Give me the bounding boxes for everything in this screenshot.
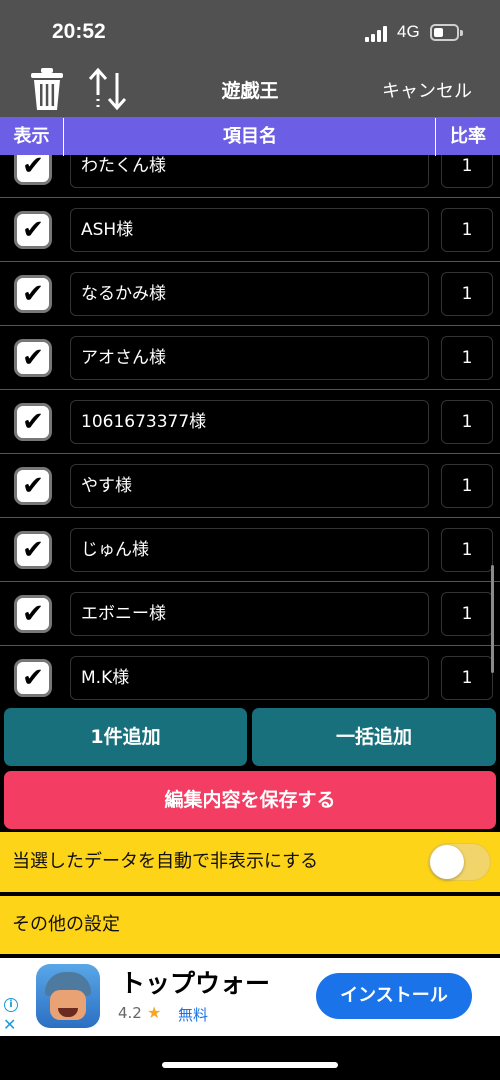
ad-rating: 4.2 — [118, 1004, 142, 1022]
list-item: ✔ アオさん様 1 — [0, 326, 500, 390]
close-icon[interactable]: ✕ — [3, 1015, 16, 1034]
other-settings-button[interactable]: その他の設定 — [0, 896, 500, 954]
ad-title: トップウォー — [120, 969, 271, 998]
ad-price: 無料 — [178, 1006, 209, 1024]
list-item: ✔ M.K様 1 — [0, 646, 500, 703]
app-header: 20:52 4G 遊戯王 キャンセル — [0, 0, 500, 117]
list-item: ✔ 1061673377様 1 — [0, 390, 500, 454]
item-name-field[interactable]: なるかみ様 — [70, 272, 429, 316]
list-item: ✔ なるかみ様 1 — [0, 262, 500, 326]
show-checkbox[interactable]: ✔ — [14, 403, 52, 441]
item-list[interactable]: ✔ わたくん様 1 ✔ ASH様 1 ✔ なるかみ様 1 ✔ アオさん様 1 ✔… — [0, 155, 500, 703]
star-icon: ★ — [147, 1003, 162, 1022]
show-checkbox[interactable]: ✔ — [14, 531, 52, 569]
battery-icon — [430, 24, 463, 41]
column-show: 表示 — [0, 118, 64, 156]
column-header: 表示 項目名 比率 — [0, 117, 500, 156]
auto-hide-setting: 当選したデータを自動で非表示にする — [0, 832, 500, 892]
show-checkbox[interactable]: ✔ — [14, 467, 52, 505]
info-icon[interactable]: i — [4, 998, 18, 1012]
signal-icon — [365, 26, 389, 42]
status-time: 20:52 — [52, 20, 106, 43]
save-button[interactable]: 編集内容を保存する — [4, 771, 496, 829]
ad-banner[interactable]: i ✕ トップウォー 4.2 ★ 無料 インストール — [0, 958, 500, 1036]
column-rate: 比率 — [435, 118, 500, 156]
item-name-field[interactable]: エボニー様 — [70, 592, 429, 636]
item-rate-field[interactable]: 1 — [441, 592, 493, 636]
item-rate-field[interactable]: 1 — [441, 336, 493, 380]
item-name-field[interactable]: アオさん様 — [70, 336, 429, 380]
list-item: ✔ わたくん様 1 — [0, 155, 500, 198]
list-item: ✔ じゅん様 1 — [0, 518, 500, 582]
item-rate-field[interactable]: 1 — [441, 400, 493, 444]
list-item: ✔ ASH様 1 — [0, 198, 500, 262]
item-name-field[interactable]: ASH様 — [70, 208, 429, 252]
install-button[interactable]: インストール — [316, 973, 472, 1019]
item-name-field[interactable]: 1061673377様 — [70, 400, 429, 444]
show-checkbox[interactable]: ✔ — [14, 595, 52, 633]
auto-hide-label: 当選したデータを自動で非表示にする — [12, 851, 319, 872]
app-icon — [36, 964, 100, 1028]
item-name-field[interactable]: やす様 — [70, 464, 429, 508]
show-checkbox[interactable]: ✔ — [14, 155, 52, 185]
item-rate-field[interactable]: 1 — [441, 464, 493, 508]
item-rate-field[interactable]: 1 — [441, 155, 493, 188]
item-rate-field[interactable]: 1 — [441, 528, 493, 572]
list-item: ✔ やす様 1 — [0, 454, 500, 518]
cancel-button[interactable]: キャンセル — [382, 77, 472, 103]
item-name-field[interactable]: M.K様 — [70, 656, 429, 700]
item-rate-field[interactable]: 1 — [441, 208, 493, 252]
network-label: 4G — [397, 22, 420, 41]
list-item: ✔ エボニー様 1 — [0, 582, 500, 646]
add-bulk-button[interactable]: 一括追加 — [252, 708, 496, 766]
show-checkbox[interactable]: ✔ — [14, 275, 52, 313]
list-scrollbar[interactable] — [491, 565, 494, 673]
add-one-button[interactable]: 1件追加 — [4, 708, 247, 766]
show-checkbox[interactable]: ✔ — [14, 659, 52, 697]
item-rate-field[interactable]: 1 — [441, 272, 493, 316]
home-indicator[interactable] — [162, 1062, 338, 1068]
item-rate-field[interactable]: 1 — [441, 656, 493, 700]
auto-hide-toggle[interactable] — [428, 843, 491, 881]
show-checkbox[interactable]: ✔ — [14, 339, 52, 377]
other-settings-label: その他の設定 — [12, 914, 120, 935]
column-name: 項目名 — [223, 126, 277, 147]
show-checkbox[interactable]: ✔ — [14, 211, 52, 249]
item-name-field[interactable]: わたくん様 — [70, 155, 429, 188]
item-name-field[interactable]: じゅん様 — [70, 528, 429, 572]
